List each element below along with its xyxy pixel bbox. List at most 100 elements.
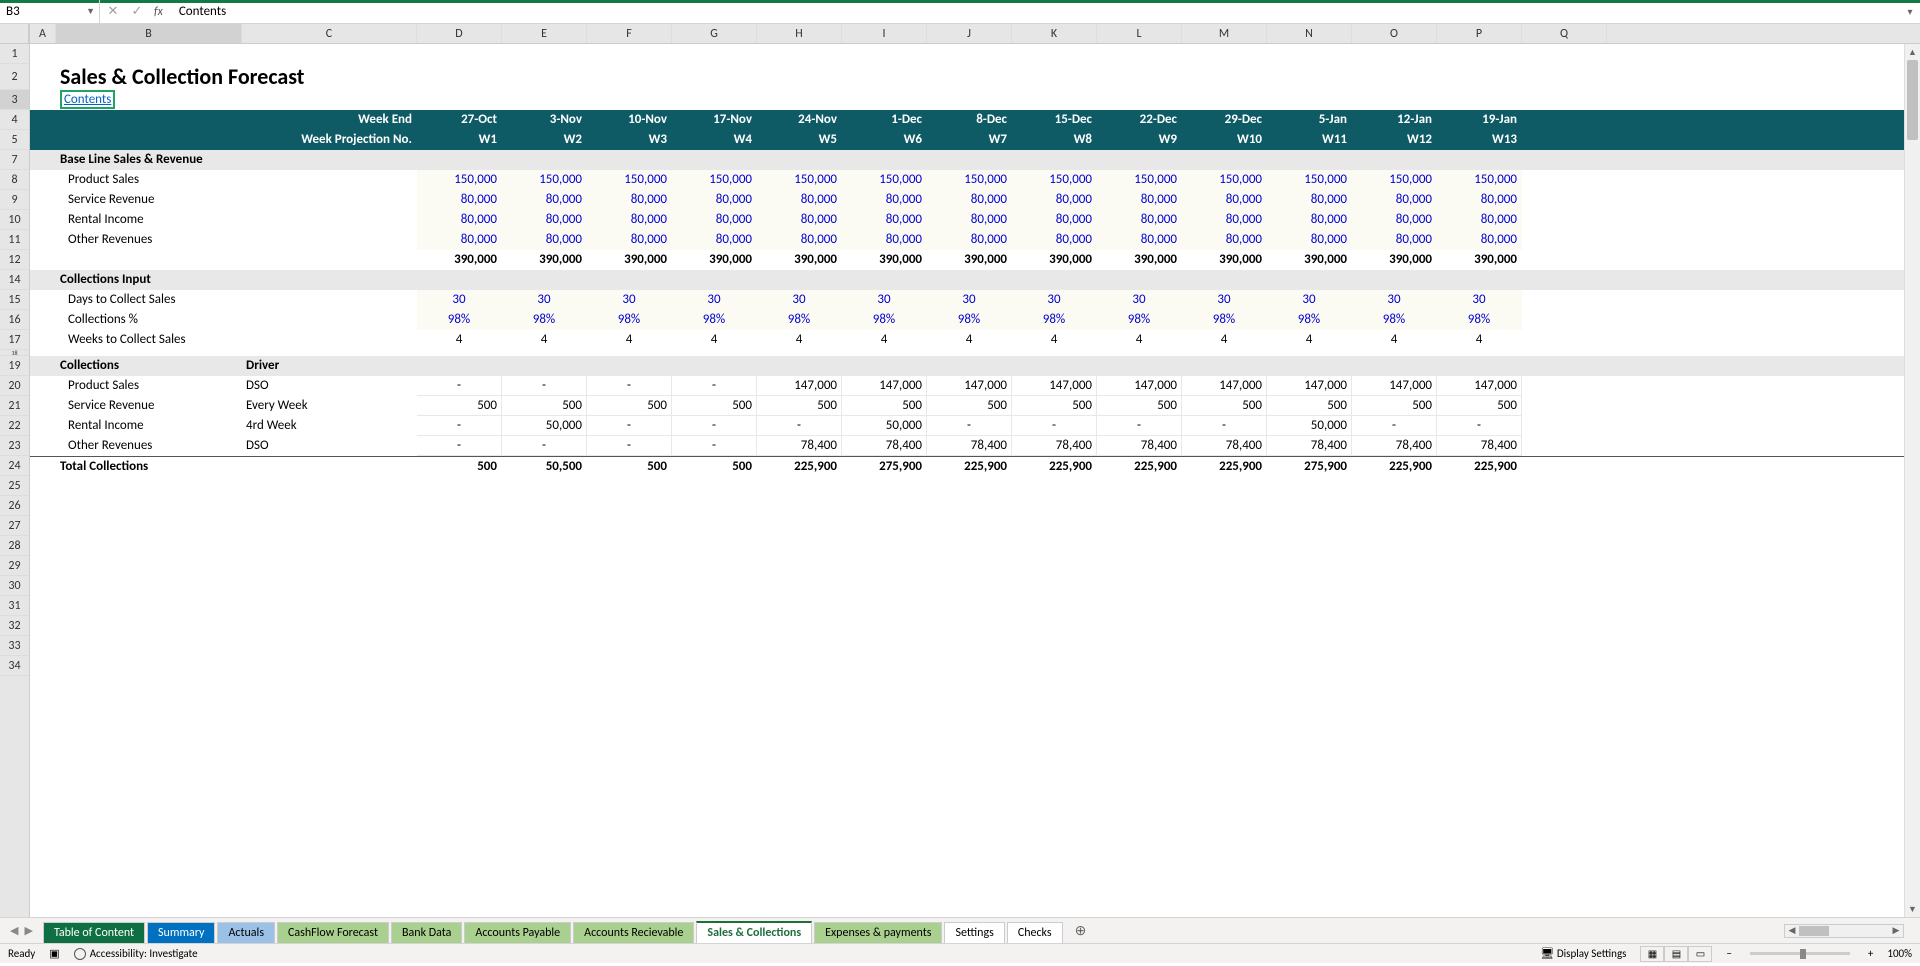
cell[interactable]: - [1182, 416, 1267, 436]
cell[interactable]: 4 [502, 330, 587, 350]
row-header[interactable]: 19 [0, 356, 29, 376]
cell[interactable] [242, 150, 417, 170]
cell[interactable]: Total Collections [56, 457, 242, 476]
cell[interactable]: 147,000 [1352, 376, 1437, 396]
cell[interactable]: 150,000 [1352, 170, 1437, 190]
cell[interactable]: Other Revenues [56, 436, 242, 456]
cell[interactable]: W13 [1437, 130, 1522, 150]
cell[interactable]: Collections % [56, 310, 242, 330]
cell[interactable]: 50,000 [1267, 416, 1352, 436]
cell[interactable] [672, 270, 757, 290]
cell[interactable] [1437, 150, 1522, 170]
cell[interactable]: 225,900 [757, 457, 842, 476]
cell[interactable] [587, 270, 672, 290]
cell[interactable]: - [672, 416, 757, 436]
cell[interactable]: W5 [757, 130, 842, 150]
cell[interactable]: 80,000 [502, 210, 587, 230]
cell[interactable]: 4 [1012, 330, 1097, 350]
cell[interactable]: 78,400 [1352, 436, 1437, 456]
cell[interactable]: 4 [1182, 330, 1267, 350]
cell[interactable]: 80,000 [927, 190, 1012, 210]
cell[interactable]: Week End [56, 110, 417, 130]
cell[interactable]: 4 [1267, 330, 1352, 350]
cell[interactable]: 10-Nov [587, 110, 672, 130]
cell[interactable] [1522, 110, 1607, 130]
cell[interactable]: 80,000 [1267, 210, 1352, 230]
cell[interactable]: 150,000 [672, 170, 757, 190]
row-header[interactable]: 14 [0, 270, 29, 290]
cell[interactable]: 98% [672, 310, 757, 330]
cell[interactable]: 78,400 [1182, 436, 1267, 456]
cell[interactable] [842, 150, 927, 170]
row-header[interactable]: 32 [0, 616, 29, 636]
cell[interactable]: - [757, 416, 842, 436]
cell[interactable]: 500 [1352, 396, 1437, 416]
cell[interactable]: 80,000 [1012, 210, 1097, 230]
cell[interactable] [1097, 356, 1182, 376]
cell[interactable]: 500 [1097, 396, 1182, 416]
cell[interactable]: 500 [587, 457, 672, 476]
row-header[interactable]: 4 [0, 110, 29, 130]
zoom-slider[interactable] [1750, 952, 1850, 955]
row-header[interactable]: 22 [0, 416, 29, 436]
cell[interactable] [1522, 230, 1607, 250]
cell[interactable] [1522, 396, 1607, 416]
cell[interactable] [1522, 290, 1607, 310]
cell[interactable] [30, 356, 56, 376]
cell[interactable] [242, 310, 417, 330]
cell[interactable]: 4 [587, 330, 672, 350]
cell[interactable] [242, 210, 417, 230]
cell[interactable] [1522, 270, 1607, 290]
cell[interactable] [242, 270, 417, 290]
cell[interactable] [242, 190, 417, 210]
row-header[interactable]: 29 [0, 556, 29, 576]
cell[interactable]: - [417, 416, 502, 436]
cell[interactable]: 1-Dec [842, 110, 927, 130]
cell[interactable]: 80,000 [502, 190, 587, 210]
cell[interactable] [30, 396, 56, 416]
cell[interactable] [1437, 356, 1522, 376]
cell[interactable]: 80,000 [842, 210, 927, 230]
name-box[interactable]: B3 ▼ [0, 0, 100, 23]
cell[interactable] [30, 110, 56, 130]
cell[interactable]: 500 [927, 396, 1012, 416]
cell[interactable] [1352, 150, 1437, 170]
row-header[interactable]: 27 [0, 516, 29, 536]
cell[interactable]: Sales & Collection Forecast [56, 64, 309, 90]
cell[interactable]: - [587, 376, 672, 396]
cell[interactable]: DSO [242, 376, 417, 396]
cell[interactable]: 390,000 [1012, 250, 1097, 270]
row-header[interactable]: 17 [0, 330, 29, 350]
cell[interactable]: 500 [587, 396, 672, 416]
cell[interactable] [417, 356, 502, 376]
cell[interactable]: 390,000 [1097, 250, 1182, 270]
cell[interactable] [1522, 310, 1607, 330]
cell[interactable] [1437, 270, 1522, 290]
cell[interactable]: 500 [1182, 396, 1267, 416]
cell[interactable]: 80,000 [1352, 210, 1437, 230]
cell[interactable] [30, 190, 56, 210]
cell[interactable]: 150,000 [757, 170, 842, 190]
cell[interactable] [30, 330, 56, 350]
cell[interactable] [1522, 210, 1607, 230]
cell[interactable]: 30 [1437, 290, 1522, 310]
cell[interactable]: 24-Nov [757, 110, 842, 130]
cell[interactable]: 390,000 [927, 250, 1012, 270]
cell[interactable]: - [417, 436, 502, 456]
scroll-up-icon[interactable]: ▲ [1905, 44, 1920, 60]
cell[interactable]: W1 [417, 130, 502, 150]
cell[interactable] [30, 457, 56, 476]
cell[interactable] [242, 330, 417, 350]
cell[interactable]: 275,900 [842, 457, 927, 476]
cell[interactable]: 80,000 [417, 190, 502, 210]
column-header[interactable]: L [1097, 24, 1182, 43]
cell[interactable] [672, 150, 757, 170]
cell[interactable] [30, 250, 56, 270]
cell[interactable] [757, 270, 842, 290]
cell[interactable] [1182, 150, 1267, 170]
cell[interactable]: 150,000 [502, 170, 587, 190]
cell[interactable]: 147,000 [1437, 376, 1522, 396]
cell[interactable]: DSO [242, 436, 417, 456]
row-header[interactable]: 11 [0, 230, 29, 250]
cell[interactable]: 147,000 [1182, 376, 1267, 396]
